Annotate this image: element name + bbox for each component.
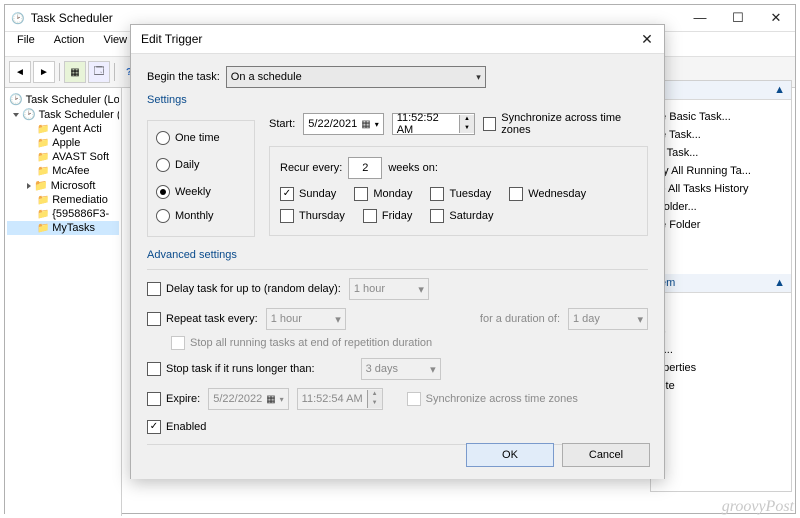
forward-button[interactable]: ►	[33, 61, 55, 83]
stop-if-check[interactable]: Stop task if it runs longer than:	[147, 362, 315, 376]
radio-monthly[interactable]: Monthly	[156, 209, 214, 223]
actions-header-2: tem▲	[651, 274, 791, 293]
back-button[interactable]: ◄	[9, 61, 31, 83]
recur-label-2: weeks on:	[388, 162, 438, 174]
chevron-down-icon: ▾	[335, 313, 341, 326]
repeat-check[interactable]: Repeat task every:	[147, 312, 258, 326]
day-wednesday[interactable]: Wednesday	[509, 187, 586, 201]
start-date-picker[interactable]: 5/22/2021▦▾	[303, 113, 383, 135]
radio-onetime[interactable]: One time	[156, 131, 220, 145]
tree-item-0[interactable]: Agent Acti	[7, 122, 119, 136]
tree-item-3[interactable]: McAfee	[7, 164, 119, 178]
recur-value-input[interactable]: 2	[348, 157, 382, 179]
clock-icon: 🕑	[11, 12, 25, 25]
dialog-title: Edit Trigger	[137, 32, 630, 46]
close-button[interactable]: ✕	[757, 5, 795, 31]
stop-if-combo[interactable]: 3 days▾	[361, 358, 441, 380]
delay-combo[interactable]: 1 hour▾	[349, 278, 429, 300]
actions-pane: ▲ te Basic Task... te Task... rt Task...…	[650, 80, 792, 492]
chevron-down-icon: ▾	[430, 363, 436, 376]
day-thursday[interactable]: Thursday	[280, 209, 345, 223]
minimize-button[interactable]: —	[681, 5, 719, 31]
tree-root[interactable]: 🕑 Task Scheduler (Lo	[7, 92, 119, 107]
tree-library[interactable]: 🕑 Task Scheduler (	[7, 107, 119, 122]
action-export[interactable]: rt...	[651, 341, 791, 359]
delay-check[interactable]: Delay task for up to (random delay):	[147, 282, 341, 296]
tree-panel: 🕑 Task Scheduler (Lo 🕑 Task Scheduler ( …	[5, 88, 122, 516]
chevron-down-icon: ▾	[476, 72, 481, 83]
day-sunday[interactable]: Sunday	[280, 187, 336, 201]
expire-check[interactable]: Expire:	[147, 392, 200, 406]
weekly-settings: Recur every: 2 weeks on: Sunday Monday T…	[269, 146, 648, 236]
start-label: Start:	[269, 118, 295, 130]
expire-sync-check: Synchronize across time zones	[407, 392, 578, 406]
action-enable-hist[interactable]: le All Tasks History	[651, 180, 791, 198]
expire-time-spin[interactable]: 11:52:54 AM▲▼	[297, 388, 383, 410]
day-tuesday[interactable]: Tuesday	[430, 187, 491, 201]
toolbar-icon-1[interactable]: ▦	[64, 61, 86, 83]
cancel-button[interactable]: Cancel	[562, 443, 650, 467]
expire-date-picker[interactable]: 5/22/2022▦▾	[208, 388, 288, 410]
chevron-down-icon: ▾	[375, 120, 379, 129]
action-new-folder[interactable]: Folder...	[651, 198, 791, 216]
action-prop[interactable]: le	[651, 323, 791, 341]
tree-item-mytasks[interactable]: MyTasks	[7, 221, 119, 235]
radio-daily[interactable]: Daily	[156, 158, 199, 172]
chevron-down-icon: ▾	[637, 313, 643, 326]
actions-header-1: ▲	[651, 81, 791, 100]
sync-tz-check[interactable]: Synchronize across time zones	[483, 112, 648, 136]
chevron-down-icon: ▾	[418, 283, 424, 296]
duration-combo[interactable]: 1 day▾	[568, 308, 648, 330]
start-time-spin[interactable]: 11:52:52 AM▲▼	[392, 113, 475, 135]
maximize-button[interactable]: ☐	[719, 5, 757, 31]
watermark: groovyPost	[722, 498, 794, 516]
tree-item-5[interactable]: Remediatio	[7, 193, 119, 207]
recurrence-group: One time Daily Weekly Monthly	[147, 120, 255, 237]
dialog-titlebar: Edit Trigger ✕	[131, 25, 664, 54]
day-saturday[interactable]: Saturday	[430, 209, 493, 223]
duration-label: for a duration of:	[480, 313, 560, 325]
action-del[interactable]: operties	[651, 359, 791, 377]
begin-task-combo[interactable]: On a schedule▾	[226, 66, 486, 88]
window-title: Task Scheduler	[31, 11, 681, 25]
menu-action[interactable]: Action	[46, 32, 93, 48]
tree-item-2[interactable]: AVAST Soft	[7, 150, 119, 164]
tree-item-4[interactable]: 📁 Microsoft	[7, 178, 119, 193]
repeat-combo[interactable]: 1 hour▾	[266, 308, 346, 330]
action-create-task[interactable]: te Task...	[651, 126, 791, 144]
action-delete-folder[interactable]: te Folder	[651, 216, 791, 234]
action-display-all[interactable]: ay All Running Ta...	[651, 162, 791, 180]
stop-all-check: Stop all running tasks at end of repetit…	[171, 336, 432, 350]
recur-label-1: Recur every:	[280, 162, 342, 174]
tree-item-6[interactable]: {595886F3-	[7, 207, 119, 221]
dialog-close-button[interactable]: ✕	[630, 26, 664, 52]
ok-button[interactable]: OK	[466, 443, 554, 467]
advanced-label: Advanced settings	[147, 249, 648, 261]
action-import[interactable]: rt Task...	[651, 144, 791, 162]
menu-file[interactable]: File	[9, 32, 43, 48]
day-monday[interactable]: Monday	[354, 187, 412, 201]
begin-task-label: Begin the task:	[147, 71, 220, 83]
day-friday[interactable]: Friday	[363, 209, 413, 223]
edit-trigger-dialog: Edit Trigger ✕ Begin the task: On a sche…	[130, 24, 665, 479]
enabled-check[interactable]: Enabled	[147, 420, 206, 434]
toolbar-icon-2[interactable]: 🗔	[88, 61, 110, 83]
settings-label: Settings	[147, 94, 648, 106]
tree-item-1[interactable]: Apple	[7, 136, 119, 150]
radio-weekly[interactable]: Weekly	[156, 185, 211, 199]
calendar-icon: ▦	[361, 119, 370, 130]
action-create-basic[interactable]: te Basic Task...	[651, 108, 791, 126]
action-del2[interactable]: lete	[651, 377, 791, 395]
